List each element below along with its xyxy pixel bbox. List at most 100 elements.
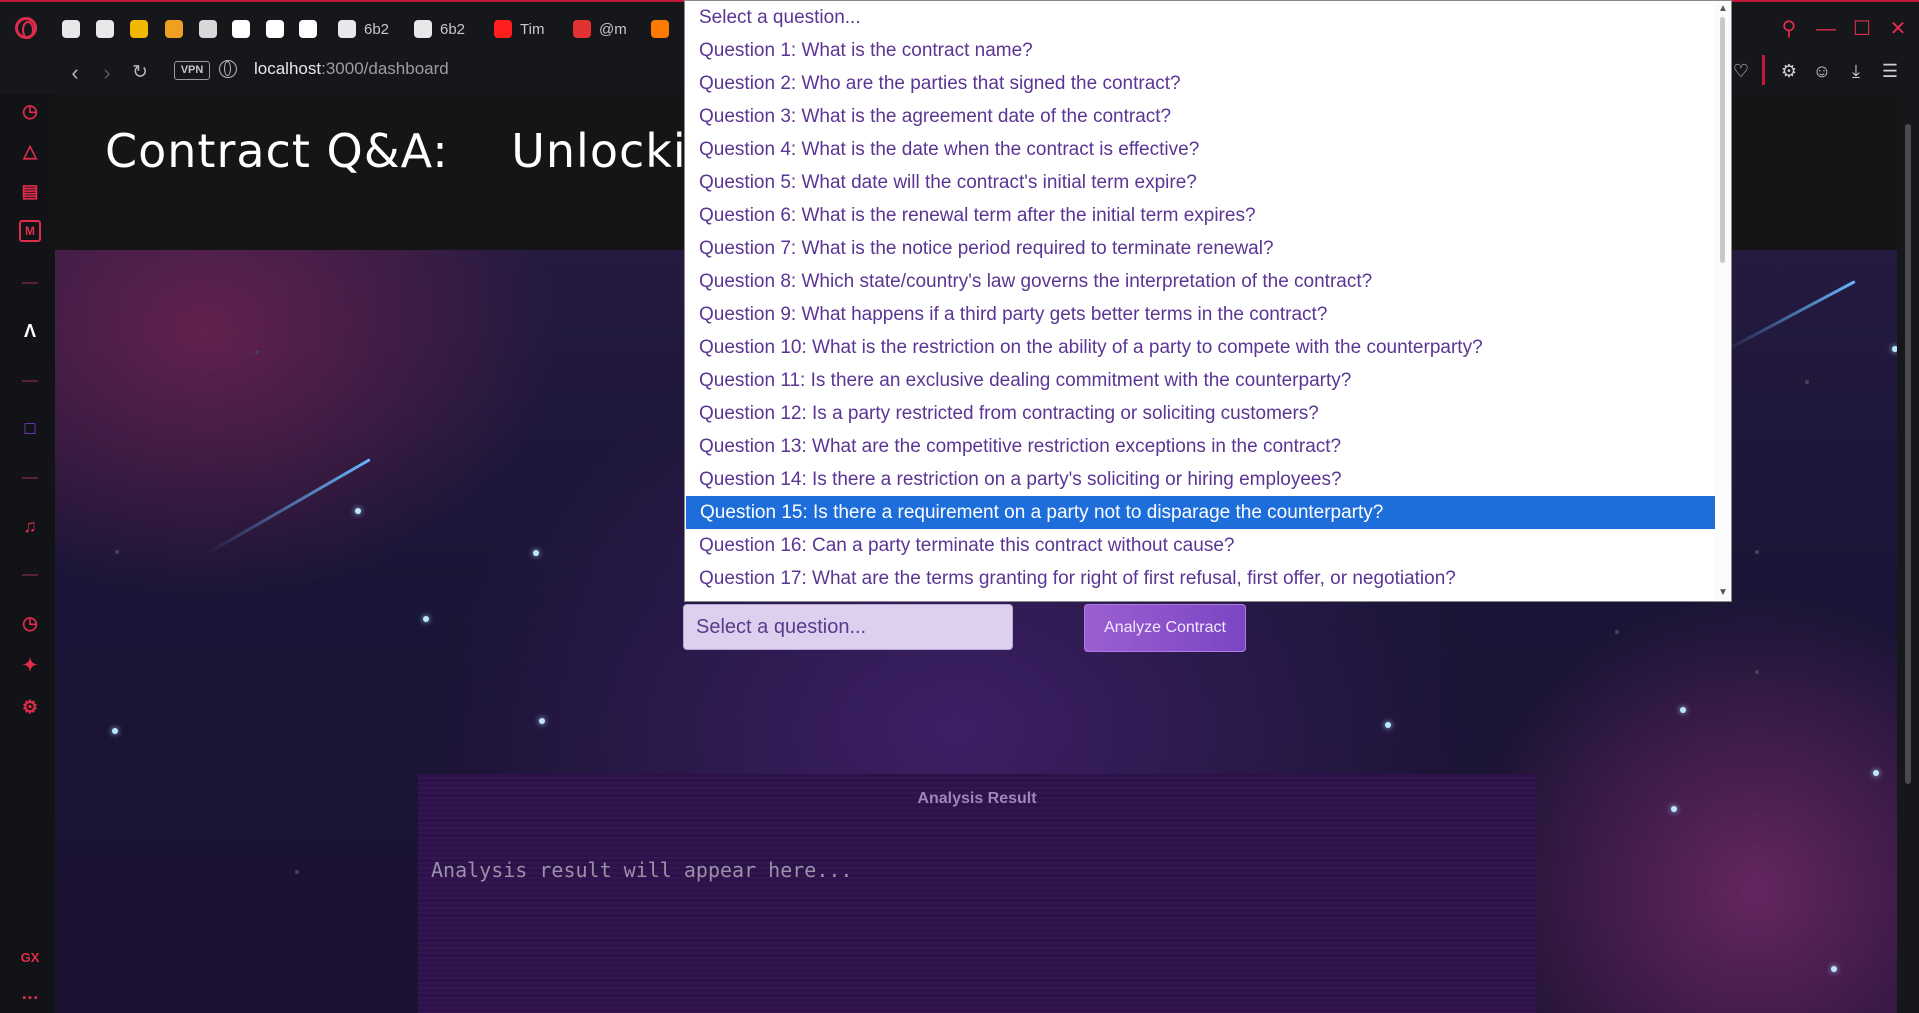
sidebar-separator bbox=[22, 574, 38, 576]
star-decoration bbox=[295, 870, 299, 874]
star-decoration bbox=[423, 616, 429, 622]
dropdown-option[interactable]: Question 10: What is the restriction on … bbox=[685, 331, 1715, 364]
globe-icon[interactable] bbox=[219, 60, 237, 78]
bee-icon bbox=[130, 20, 148, 38]
browser-tab-label: @m bbox=[599, 20, 627, 38]
sidebar-separator bbox=[22, 380, 38, 382]
close-icon[interactable]: ✕ bbox=[1887, 18, 1909, 40]
browser-tab[interactable] bbox=[165, 16, 191, 42]
dropdown-option[interactable]: Question 1: What is the contract name? bbox=[685, 34, 1715, 67]
browser-tab[interactable] bbox=[130, 16, 156, 42]
sidebar-separator bbox=[22, 282, 38, 284]
amazon-icon bbox=[299, 20, 317, 38]
browser-tab[interactable] bbox=[199, 16, 225, 42]
github-icon bbox=[266, 20, 284, 38]
star-decoration bbox=[1755, 550, 1759, 554]
star-decoration bbox=[1615, 630, 1619, 634]
browser-tab[interactable]: @m bbox=[573, 16, 627, 42]
dropdown-option[interactable]: Question 3: What is the agreement date o… bbox=[685, 100, 1715, 133]
dropdown-scrollbar-thumb[interactable] bbox=[1720, 17, 1725, 263]
page-scrollbar-thumb[interactable] bbox=[1905, 124, 1911, 784]
document-icon bbox=[338, 20, 356, 38]
dropdown-option[interactable]: Question 15: Is there a requirement on a… bbox=[686, 496, 1715, 529]
back-icon[interactable]: ‹ bbox=[62, 60, 88, 86]
n-icon bbox=[573, 20, 591, 38]
download-icon[interactable]: ⤓ bbox=[1845, 60, 1867, 82]
twitch-icon[interactable]: □ bbox=[19, 417, 41, 439]
sidebar-separator bbox=[22, 477, 38, 479]
comet-decoration bbox=[204, 458, 371, 556]
browser-tab[interactable] bbox=[232, 16, 258, 42]
question-dropdown-list[interactable]: Select a question... Question 1: What is … bbox=[684, 0, 1732, 602]
maximize-icon[interactable]: ☐ bbox=[1851, 18, 1873, 40]
easy-setup-icon[interactable]: ☰ bbox=[1879, 60, 1901, 82]
browser-tab[interactable] bbox=[62, 16, 88, 42]
toolbar-divider bbox=[1762, 55, 1765, 85]
forward-icon[interactable]: › bbox=[94, 60, 120, 86]
question-select[interactable]: Select a question... bbox=[683, 604, 1013, 650]
dropdown-option[interactable]: Question 4: What is the date when the co… bbox=[685, 133, 1715, 166]
browser-tab[interactable]: Tim bbox=[494, 16, 544, 42]
star-decoration bbox=[255, 350, 259, 354]
browser-tab-label: 6b2 bbox=[440, 20, 466, 38]
document-icon bbox=[414, 20, 432, 38]
search-icon[interactable]: ⚲ bbox=[1778, 18, 1800, 40]
dropdown-option[interactable]: Question 12: Is a party restricted from … bbox=[685, 397, 1715, 430]
history-icon[interactable]: ◷ bbox=[19, 612, 41, 634]
scroll-up-icon[interactable]: ▲ bbox=[1717, 3, 1729, 15]
gx-label[interactable]: GX bbox=[19, 947, 41, 969]
chrome-icon bbox=[199, 20, 217, 38]
url-field[interactable]: localhost:3000/dashboard bbox=[254, 58, 449, 80]
dropdown-scrollbar[interactable]: ▲ ▼ bbox=[1715, 1, 1731, 601]
star-decoration bbox=[1680, 707, 1686, 713]
dropdown-option[interactable]: Question 13: What are the competitive re… bbox=[685, 430, 1715, 463]
page-scrollbar[interactable] bbox=[1897, 94, 1919, 1013]
vpn-badge[interactable]: VPN bbox=[174, 61, 210, 80]
settings-icon[interactable]: ⚙ bbox=[19, 696, 41, 718]
arc-app-icon[interactable]: Λ bbox=[19, 320, 41, 342]
analysis-result-text[interactable]: Analysis result will appear here... bbox=[431, 858, 852, 882]
m-icon[interactable]: M bbox=[19, 220, 41, 242]
cleaner-icon[interactable]: ▤ bbox=[19, 180, 41, 202]
dropdown-option[interactable]: Question 16: Can a party terminate this … bbox=[685, 529, 1715, 562]
dropdown-option[interactable]: Question 11: Is there an exclusive deali… bbox=[685, 364, 1715, 397]
browser-tab[interactable] bbox=[266, 16, 292, 42]
dropdown-option[interactable]: Question 6: What is the renewal term aft… bbox=[685, 199, 1715, 232]
heart-icon[interactable]: ♡ bbox=[1730, 60, 1752, 82]
star-decoration bbox=[1831, 966, 1837, 972]
music-icon[interactable]: ♫ bbox=[19, 515, 41, 537]
speed-dial-icon[interactable]: ◷ bbox=[19, 100, 41, 122]
sidebar: ◷ △ ▤ M Λ □ ♫ ◷ ✦ ⚙ GX … bbox=[0, 94, 55, 1013]
dropdown-option-placeholder[interactable]: Select a question... bbox=[685, 1, 1715, 34]
extensions-icon[interactable]: ⚙ bbox=[1778, 60, 1800, 82]
reload-icon[interactable]: ↻ bbox=[127, 60, 153, 86]
puzzle-icon[interactable]: ✦ bbox=[19, 654, 41, 676]
more-icon[interactable]: … bbox=[19, 982, 41, 1004]
dropdown-option[interactable]: Question 7: What is the notice period re… bbox=[685, 232, 1715, 265]
browser-tab[interactable] bbox=[651, 16, 677, 42]
dropdown-option[interactable]: Question 2: Who are the parties that sig… bbox=[685, 67, 1715, 100]
dropdown-option[interactable]: Question 17: What are the terms granting… bbox=[685, 562, 1715, 595]
star-decoration bbox=[1671, 806, 1677, 812]
analysis-result-title: Analysis Result bbox=[917, 790, 1037, 807]
dropdown-option[interactable]: Question 14: Is there a restriction on a… bbox=[685, 463, 1715, 496]
profile-icon[interactable]: ☺ bbox=[1811, 60, 1833, 82]
openai-icon bbox=[96, 20, 114, 38]
star-decoration bbox=[533, 550, 539, 556]
browser-tab[interactable] bbox=[299, 16, 325, 42]
dropdown-option[interactable]: Question 8: Which state/country's law go… bbox=[685, 265, 1715, 298]
gx-corner-icon[interactable]: △ bbox=[19, 140, 41, 162]
browser-tab[interactable]: 6b2 bbox=[338, 16, 389, 42]
browser-tab-label: Tim bbox=[520, 20, 545, 38]
gamepad-icon bbox=[62, 20, 80, 38]
scroll-down-icon[interactable]: ▼ bbox=[1717, 587, 1729, 599]
lightning-icon bbox=[165, 20, 183, 38]
dropdown-option[interactable]: Question 9: What happens if a third part… bbox=[685, 298, 1715, 331]
opera-logo-icon[interactable] bbox=[15, 17, 37, 39]
dropdown-option[interactable]: Question 5: What date will the contract'… bbox=[685, 166, 1715, 199]
browser-tab[interactable] bbox=[96, 16, 122, 42]
minimize-icon[interactable]: — bbox=[1815, 18, 1837, 40]
analyze-contract-button[interactable]: Analyze Contract bbox=[1084, 604, 1246, 652]
comet-decoration bbox=[1721, 280, 1856, 354]
browser-tab[interactable]: 6b2 bbox=[414, 16, 465, 42]
